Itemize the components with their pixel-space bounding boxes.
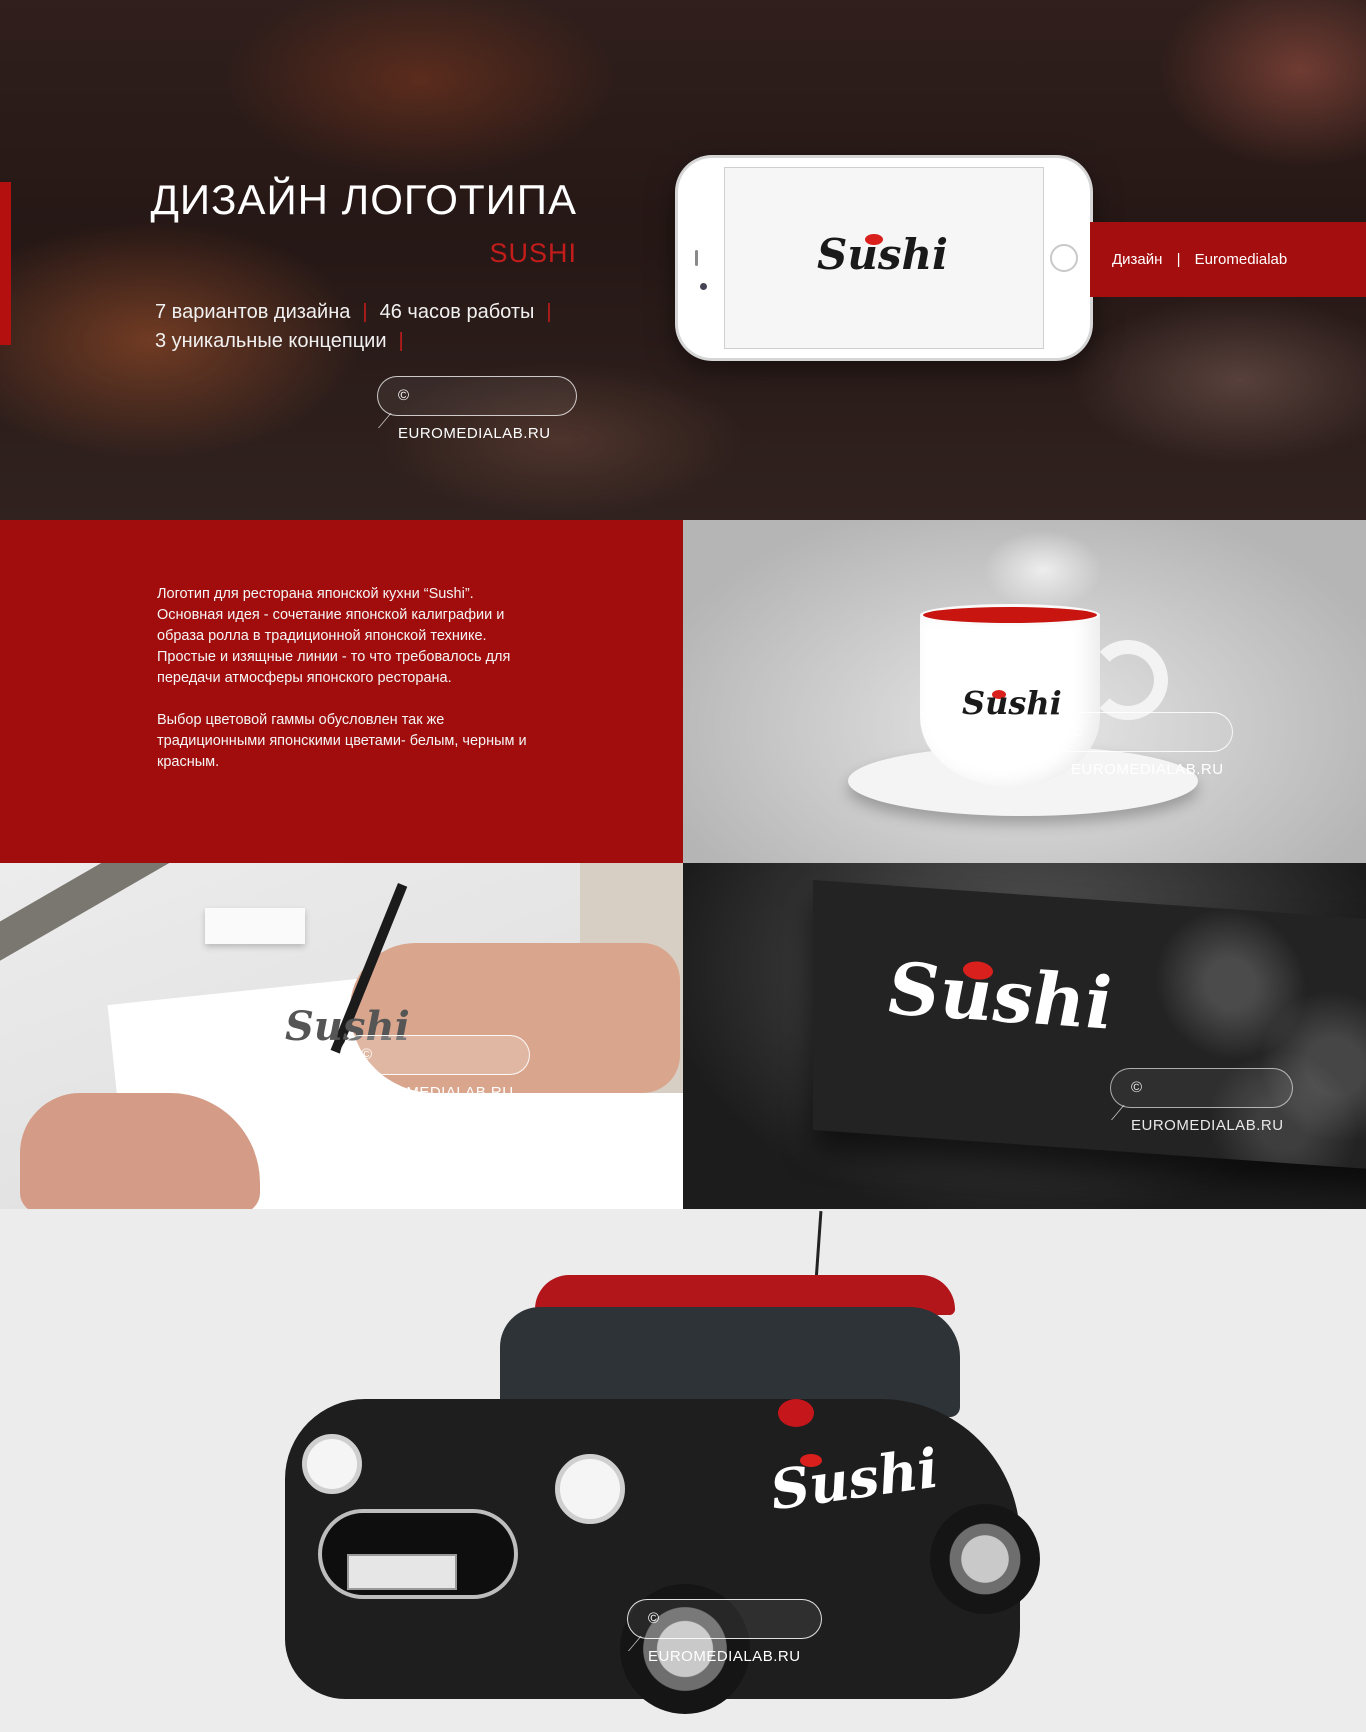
antenna [814,1210,823,1282]
cup-rim [920,604,1100,626]
watermark-badge[interactable]: © EUROMEDIALAB.RU [627,1599,822,1665]
watermark-badge[interactable]: © EUROMEDIALAB.RU [1110,1068,1293,1134]
watermark-badge[interactable]: © EUROMEDIALAB.RU [1050,712,1233,778]
stat-hours: 46 часов работы [379,301,535,323]
stat-separator: | [362,301,368,323]
stat-separator: | [398,330,404,352]
cup-mockup-image: Sushi © EUROMEDIALAB.RU [683,520,1366,863]
stats-line-2: 3 уникальные концепции | [155,327,564,356]
phone-home-button [1050,244,1078,272]
description-paragraph-2: Выбор цветовой гаммы обусловлен так же т… [157,712,527,770]
stats-line-1: 7 вариантов дизайна | 46 часов работы | [155,298,564,327]
description-paragraph-1: Логотип для ресторана японской кухни “Su… [157,586,511,686]
watermark-badge[interactable]: © EUROMEDIALAB.RU [340,1035,530,1101]
tag-category[interactable]: Дизайн [1112,251,1162,268]
cup-handle [1088,640,1168,720]
license-plate [347,1554,457,1590]
sushi-logo: Sushi [962,684,1062,722]
car-mirror [778,1399,814,1427]
project-tags: Дизайн | Euromedialab [1090,222,1366,297]
hero-section: ДИЗАЙН ЛОГОТИПА SUSHI 7 вариантов дизайн… [0,0,1366,520]
rear-wheel [930,1504,1040,1614]
phone-speaker [695,250,698,266]
project-stats: 7 вариантов дизайна | 46 часов работы | 3 у… [155,298,564,356]
sushi-logo: Sushi [888,945,1113,1046]
car-mockup-image: Sushi © EUROMEDIALAB.RU [0,1209,1366,1732]
stat-concepts: 3 уникальные концепции [155,330,387,352]
sushi-logo: Sushi [817,230,949,279]
stat-separator: | [546,301,552,323]
page-subtitle: SUSHI [489,238,577,268]
eraser [205,908,305,944]
tag-author[interactable]: Euromedialab [1195,251,1288,268]
business-card-mockup-image: Sushi © EUROMEDIALAB.RU [683,863,1366,1209]
headlight-left [302,1434,362,1494]
phone-mockup: Sushi [678,158,1090,358]
copyright-badge[interactable]: © EUROMEDIALAB.RU [377,376,577,442]
stat-variants: 7 вариантов дизайна [155,301,351,323]
tag-separator: | [1176,251,1181,268]
page-title: ДИЗАЙН ЛОГОТИПА [150,176,577,223]
phone-camera-icon [700,283,707,290]
resting-hand [20,1093,260,1209]
description-text: Логотип для ресторана японской кухни “Su… [157,584,527,773]
hero-accent-bar [0,182,11,345]
steam [983,530,1103,610]
headlight-right [555,1454,625,1524]
description-panel: Логотип для ресторана японской кухни “Su… [0,520,683,863]
sketch-mockup-image: Sushi © EUROMEDIALAB.RU [0,863,683,1209]
phone-screen: Sushi [724,167,1044,349]
